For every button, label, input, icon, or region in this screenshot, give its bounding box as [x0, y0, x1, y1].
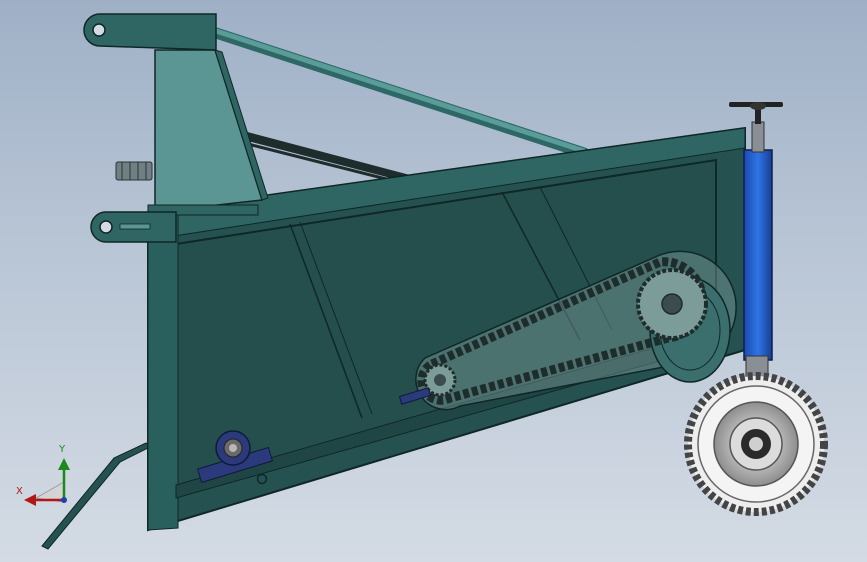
- large-sprocket: [636, 268, 708, 340]
- graphics-viewport[interactable]: Y X: [0, 0, 867, 562]
- drive-belt: [235, 130, 410, 185]
- jack-handle-icon[interactable]: [729, 102, 783, 124]
- pto-shaft: [115, 161, 153, 181]
- depth-wheel: [684, 372, 828, 516]
- triad-y-label: Y: [59, 444, 66, 455]
- coordinate-triad: [24, 458, 70, 506]
- wheel-support-strut: [743, 121, 773, 381]
- cad-model-scene[interactable]: [0, 0, 867, 562]
- triad-x-label: X: [16, 486, 23, 497]
- top-brace-tube: [204, 25, 590, 159]
- lower-hitch-pin: [90, 211, 177, 243]
- top-hitch-link: [83, 13, 217, 51]
- hitch-mast: [147, 49, 269, 216]
